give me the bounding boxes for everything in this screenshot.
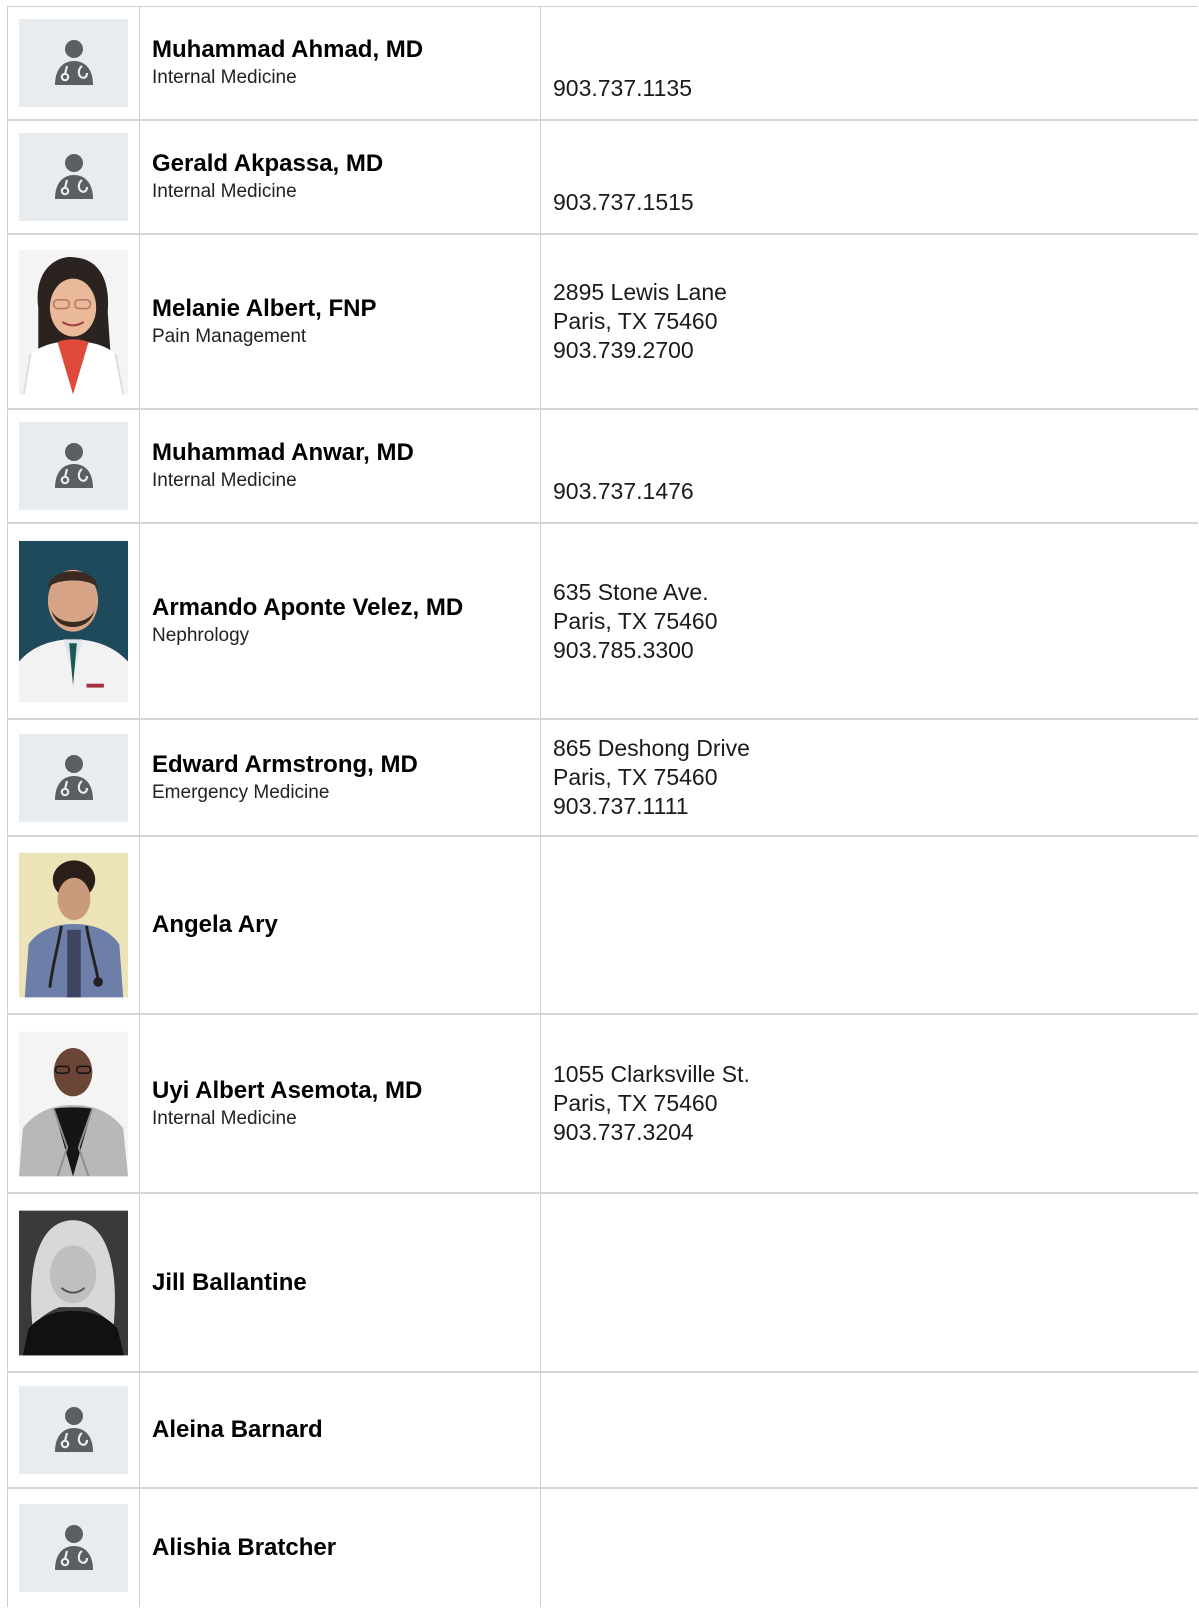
provider-name[interactable]: Muhammad Anwar, MD [152,438,528,468]
photo-cell [7,7,139,119]
table-row: Melanie Albert, FNP Pain Management 2895… [7,235,1198,410]
table-row: Jill Ballantine [7,1194,1198,1373]
provider-name[interactable]: Jill Ballantine [152,1268,528,1298]
name-cell: Edward Armstrong, MD Emergency Medicine [139,720,540,835]
name-cell: Alishia Bratcher [139,1489,540,1607]
provider-address-line2: Paris, TX 75460 [553,1090,718,1116]
provider-name[interactable]: Edward Armstrong, MD [152,750,528,780]
provider-name[interactable]: Uyi Albert Asemota, MD [152,1076,528,1106]
provider-name[interactable]: Alishia Bratcher [152,1533,528,1563]
provider-photo[interactable] [19,850,128,1000]
table-row: Alishia Bratcher [7,1489,1198,1607]
provider-directory: Muhammad Ahmad, MD Internal Medicine 903… [7,6,1198,1607]
table-row: Muhammad Ahmad, MD Internal Medicine 903… [7,7,1198,121]
provider-photo-placeholder[interactable] [19,1386,128,1474]
photo-cell [7,837,139,1013]
photo-cell [7,121,139,233]
provider-address-line1: 635 Stone Ave. [553,578,709,605]
provider-phone[interactable]: 903.737.1111 [553,792,1186,821]
provider-photo[interactable] [19,247,128,397]
provider-photo[interactable] [19,1029,128,1179]
provider-specialty: Internal Medicine [152,67,297,88]
provider-photo-placeholder[interactable] [19,133,128,221]
provider-name[interactable]: Aleina Barnard [152,1415,528,1445]
doctor-placeholder-icon [54,1407,93,1452]
table-row: Muhammad Anwar, MD Internal Medicine 903… [7,410,1198,524]
photo-cell [7,235,139,408]
name-cell: Gerald Akpassa, MD Internal Medicine [139,121,540,233]
photo-cell [7,720,139,835]
provider-phone[interactable]: 903.785.3300 [553,636,1186,665]
photo-cell [7,1015,139,1192]
contact-cell [540,1373,1198,1487]
contact-cell: 903.737.1476 [540,410,1198,522]
photo-cell [7,1489,139,1607]
name-cell: Uyi Albert Asemota, MD Internal Medicine [139,1015,540,1192]
name-cell: Muhammad Ahmad, MD Internal Medicine [139,7,540,119]
provider-photo-placeholder[interactable] [19,1504,128,1592]
name-cell: Melanie Albert, FNP Pain Management [139,235,540,408]
contact-cell [540,1489,1198,1607]
doctor-placeholder-icon [54,443,93,488]
provider-phone[interactable]: 903.737.1515 [553,188,1186,217]
doctor-placeholder-icon [54,154,93,199]
name-cell: Aleina Barnard [139,1373,540,1487]
provider-address-line1: 1055 Clarksville St. [553,1061,750,1087]
provider-name[interactable]: Muhammad Ahmad, MD [152,35,528,65]
table-row: Armando Aponte Velez, MD Nephrology 635 … [7,524,1198,720]
provider-photo-placeholder[interactable] [19,422,128,510]
provider-address-line2: Paris, TX 75460 [553,764,718,790]
provider-name[interactable]: Armando Aponte Velez, MD [152,593,528,623]
photo-cell [7,1194,139,1371]
contact-cell: 2895 Lewis Lane Paris, TX 75460 903.739.… [540,235,1198,408]
contact-cell: 903.737.1135 [540,7,1198,119]
table-row: Gerald Akpassa, MD Internal Medicine 903… [7,121,1198,235]
contact-cell: 903.737.1515 [540,121,1198,233]
name-cell: Armando Aponte Velez, MD Nephrology [139,524,540,718]
table-row: Edward Armstrong, MD Emergency Medicine … [7,720,1198,837]
name-cell: Angela Ary [139,837,540,1013]
provider-address-line2: Paris, TX 75460 [553,308,718,334]
contact-cell: 865 Deshong Drive Paris, TX 75460 903.73… [540,720,1198,835]
contact-cell [540,837,1198,1013]
provider-phone[interactable]: 903.737.1135 [553,74,1186,103]
contact-cell [540,1194,1198,1371]
provider-specialty: Internal Medicine [152,181,297,202]
name-cell: Jill Ballantine [139,1194,540,1371]
provider-specialty: Emergency Medicine [152,781,330,803]
provider-phone[interactable]: 903.737.3204 [553,1118,1186,1147]
doctor-placeholder-icon [54,754,93,800]
doctor-placeholder-icon [54,1525,93,1570]
provider-phone[interactable]: 903.739.2700 [553,336,1186,365]
photo-cell [7,524,139,718]
provider-name[interactable]: Melanie Albert, FNP [152,294,528,324]
provider-address-line1: 2895 Lewis Lane [553,279,727,305]
contact-cell: 635 Stone Ave. Paris, TX 75460 903.785.3… [540,524,1198,718]
table-row: Uyi Albert Asemota, MD Internal Medicine… [7,1015,1198,1194]
provider-photo-placeholder[interactable] [19,733,128,822]
provider-photo[interactable] [19,1208,128,1358]
doctor-placeholder-icon [54,40,93,85]
provider-address-line1: 865 Deshong Drive [553,735,750,761]
provider-specialty: Internal Medicine [152,1107,297,1129]
provider-address-line2: Paris, TX 75460 [553,607,718,634]
provider-specialty: Pain Management [152,325,307,347]
table-row: Aleina Barnard [7,1373,1198,1489]
provider-photo[interactable] [19,538,128,705]
provider-specialty: Nephrology [152,625,250,646]
provider-name[interactable]: Angela Ary [152,910,528,940]
photo-cell [7,410,139,522]
provider-photo-placeholder[interactable] [19,19,128,107]
provider-name[interactable]: Gerald Akpassa, MD [152,149,528,179]
photo-cell [7,1373,139,1487]
table-row: Angela Ary [7,837,1198,1015]
provider-specialty: Internal Medicine [152,470,297,491]
provider-phone[interactable]: 903.737.1476 [553,477,1186,506]
contact-cell: 1055 Clarksville St. Paris, TX 75460 903… [540,1015,1198,1192]
name-cell: Muhammad Anwar, MD Internal Medicine [139,410,540,522]
